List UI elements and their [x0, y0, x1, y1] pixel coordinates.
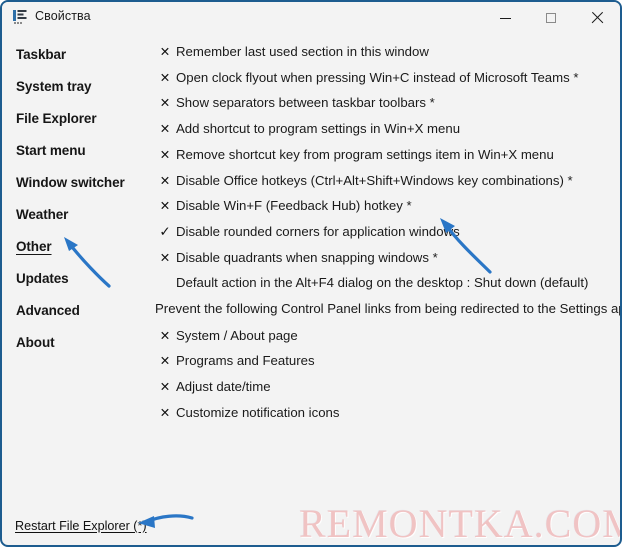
- option-label: Open clock flyout when pressing Win+C in…: [176, 69, 579, 85]
- option-label: Disable Win+F (Feedback Hub) hotkey *: [176, 198, 412, 214]
- option-label: Disable quadrants when snapping windows …: [176, 249, 438, 265]
- control-panel-option-label: System / About page: [176, 327, 298, 343]
- control-panel-section-note: Prevent the following Control Panel link…: [155, 301, 622, 316]
- control-panel-option-label: Programs and Features: [176, 353, 315, 369]
- option-label: Add shortcut to program settings in Win+…: [176, 121, 461, 137]
- window-title: Свойства: [35, 9, 91, 23]
- cross-icon: ✕: [159, 172, 171, 188]
- cross-icon: ✕: [159, 69, 171, 85]
- sidebar-item-weather[interactable]: Weather: [16, 207, 68, 222]
- sidebar-item-about[interactable]: About: [16, 335, 55, 350]
- option-label: Show separators between taskbar toolbars…: [176, 95, 435, 111]
- cross-icon: ✕: [159, 95, 171, 111]
- cross-icon: ✕: [159, 198, 171, 214]
- annotation-arrow-other: [64, 237, 111, 288]
- restart-file-explorer-link[interactable]: Restart File Explorer (*): [15, 519, 147, 533]
- option-label: Remove shortcut key from program setting…: [176, 146, 554, 162]
- sidebar-item-file-explorer[interactable]: File Explorer: [16, 111, 97, 126]
- cross-icon: ✕: [159, 379, 171, 395]
- sidebar-item-system-tray[interactable]: System tray: [16, 79, 92, 94]
- close-icon: [591, 12, 603, 24]
- control-panel-option-label: Customize notification icons: [176, 404, 340, 420]
- sidebar-item-advanced[interactable]: Advanced: [16, 303, 80, 318]
- cross-icon: ✕: [159, 121, 171, 137]
- check-icon: ✓: [159, 223, 171, 240]
- cross-icon: ✕: [159, 353, 171, 369]
- sidebar-item-window-switcher[interactable]: Window switcher: [16, 175, 125, 190]
- option-label: Remember last used section in this windo…: [176, 44, 429, 59]
- watermark: REMONTKA.COM: [299, 501, 622, 546]
- cross-icon: ✕: [159, 44, 171, 59]
- sidebar-item-start-menu[interactable]: Start menu: [16, 143, 86, 158]
- maximize-button[interactable]: [528, 2, 574, 34]
- option-label: Disable rounded corners for application …: [176, 223, 460, 239]
- cross-icon: ✕: [159, 404, 171, 420]
- option-label: Disable Office hotkeys (Ctrl+Alt+Shift+W…: [176, 172, 573, 188]
- sidebar-item-updates[interactable]: Updates: [16, 271, 69, 286]
- minimize-icon: [499, 17, 511, 19]
- minimize-button[interactable]: [482, 2, 528, 34]
- cross-icon: ✕: [159, 249, 171, 265]
- properties-window: Свойства Taskbar System tray File Explorer…: [0, 0, 622, 547]
- properties-app-icon: [13, 10, 27, 24]
- sidebar-item-other[interactable]: Other: [16, 239, 52, 254]
- cross-icon: ✕: [159, 146, 171, 162]
- maximize-icon: [546, 13, 556, 23]
- control-panel-option-label: Adjust date/time: [176, 379, 271, 395]
- sidebar-item-taskbar[interactable]: Taskbar: [16, 47, 66, 62]
- title-bar[interactable]: Свойства: [2, 2, 620, 34]
- cross-icon: ✕: [159, 327, 171, 343]
- default-action-line[interactable]: Default action in the Alt+F4 dialog on t…: [176, 275, 588, 290]
- close-button[interactable]: [574, 2, 620, 34]
